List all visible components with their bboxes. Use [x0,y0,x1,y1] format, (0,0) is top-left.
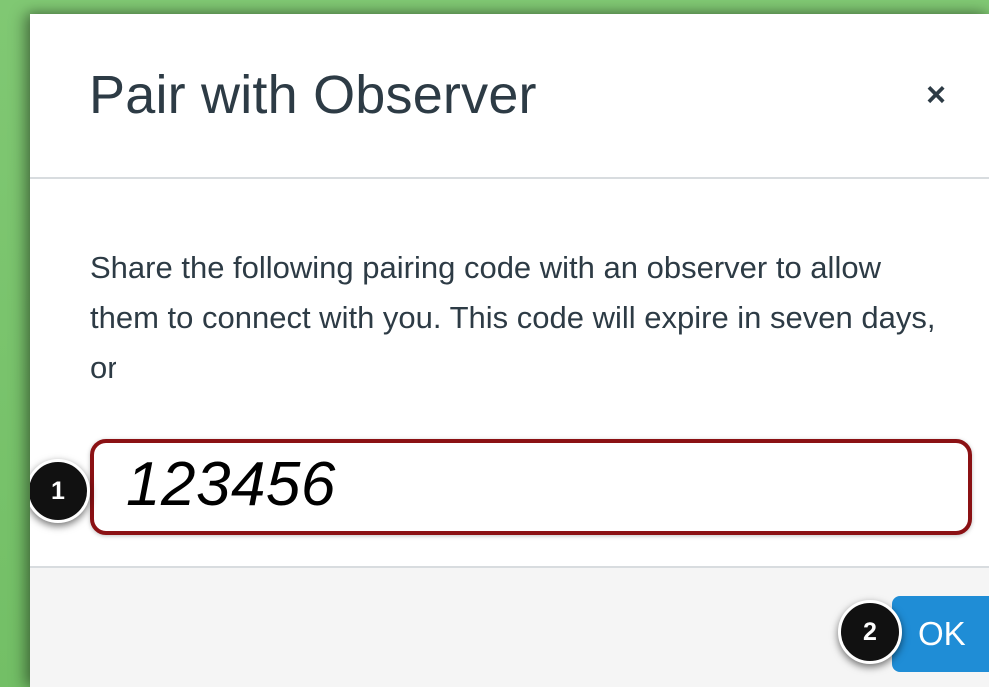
step-1-badge: 1 [30,459,90,523]
pairing-code-box: 123456 [90,439,972,535]
dialog-header: Pair with Observer × [30,14,989,179]
dialog-body: Share the following pairing code with an… [30,179,989,566]
ok-button[interactable]: OK [892,596,989,672]
step-2-badge: 2 [838,600,902,664]
pair-with-observer-dialog: Pair with Observer × Share the following… [30,14,989,687]
pairing-code: 123456 [126,450,336,519]
dialog-title: Pair with Observer [89,65,537,125]
close-icon: × [926,76,946,114]
close-button[interactable]: × [921,78,951,112]
callout-mask [116,342,326,390]
dialog-footer: 2 OK [30,566,989,687]
